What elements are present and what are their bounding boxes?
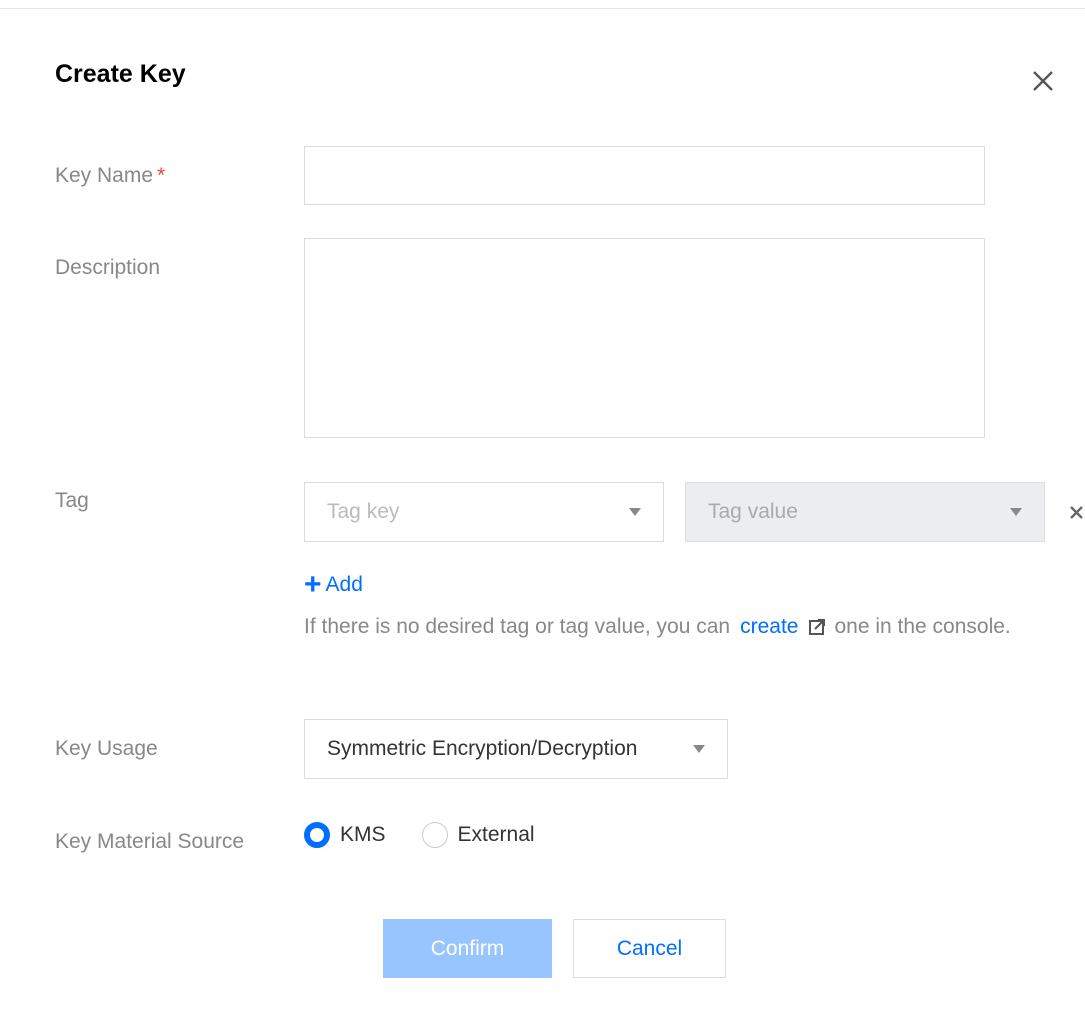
tag-remove-button[interactable] xyxy=(1068,500,1085,524)
key-usage-select[interactable]: Symmetric Encryption/Decryption xyxy=(304,719,728,779)
radio-unchecked-icon xyxy=(421,822,448,848)
key-name-label: Key Name * xyxy=(55,164,165,188)
key-name-input[interactable] xyxy=(304,146,985,205)
add-tag-button[interactable]: + Add xyxy=(304,570,363,600)
key-name-label-text: Key Name xyxy=(55,164,154,187)
required-mark: * xyxy=(157,164,166,187)
description-textarea[interactable] xyxy=(304,238,985,438)
description-label: Description xyxy=(55,256,161,279)
radio-kms[interactable]: KMS xyxy=(304,822,386,848)
tag-value-select[interactable]: Tag value xyxy=(685,482,1045,542)
tag-hint: If there is no desired tag or tag value,… xyxy=(304,606,1044,650)
add-tag-label: Add xyxy=(325,573,363,596)
radio-external-label: External xyxy=(457,823,535,846)
caret-down-icon xyxy=(693,745,705,753)
caret-down-icon xyxy=(1010,508,1022,516)
external-link-icon xyxy=(808,609,826,650)
confirm-button[interactable]: Confirm xyxy=(383,919,552,978)
top-divider xyxy=(0,0,1085,9)
radio-checked-icon xyxy=(304,822,330,848)
tag-key-select[interactable]: Tag key xyxy=(304,482,664,542)
close-icon xyxy=(1070,506,1083,519)
plus-icon: + xyxy=(304,568,322,601)
tag-hint-after: one in the console. xyxy=(834,615,1011,638)
tag-hint-before: If there is no desired tag or tag value,… xyxy=(304,615,731,638)
caret-down-icon xyxy=(629,508,641,516)
create-key-dialog: Create Key Key Name * Description Tag Tag… xyxy=(0,0,1085,1024)
dialog-title: Create Key xyxy=(55,60,186,88)
radio-external[interactable]: External xyxy=(421,822,535,848)
tag-label: Tag xyxy=(55,489,89,512)
close-icon xyxy=(1033,71,1053,91)
create-tag-link[interactable]: create xyxy=(740,615,798,638)
cancel-button[interactable]: Cancel xyxy=(573,919,726,978)
radio-kms-label: KMS xyxy=(340,823,386,846)
key-material-source-label: Key Material Source xyxy=(55,830,245,853)
tag-key-placeholder: Tag key xyxy=(327,500,400,523)
key-usage-selected: Symmetric Encryption/Decryption xyxy=(327,737,638,760)
close-button[interactable] xyxy=(1028,66,1058,96)
key-material-source-radio-group: KMS External xyxy=(304,822,535,848)
key-usage-label: Key Usage xyxy=(55,737,158,760)
tag-value-placeholder: Tag value xyxy=(708,500,798,523)
